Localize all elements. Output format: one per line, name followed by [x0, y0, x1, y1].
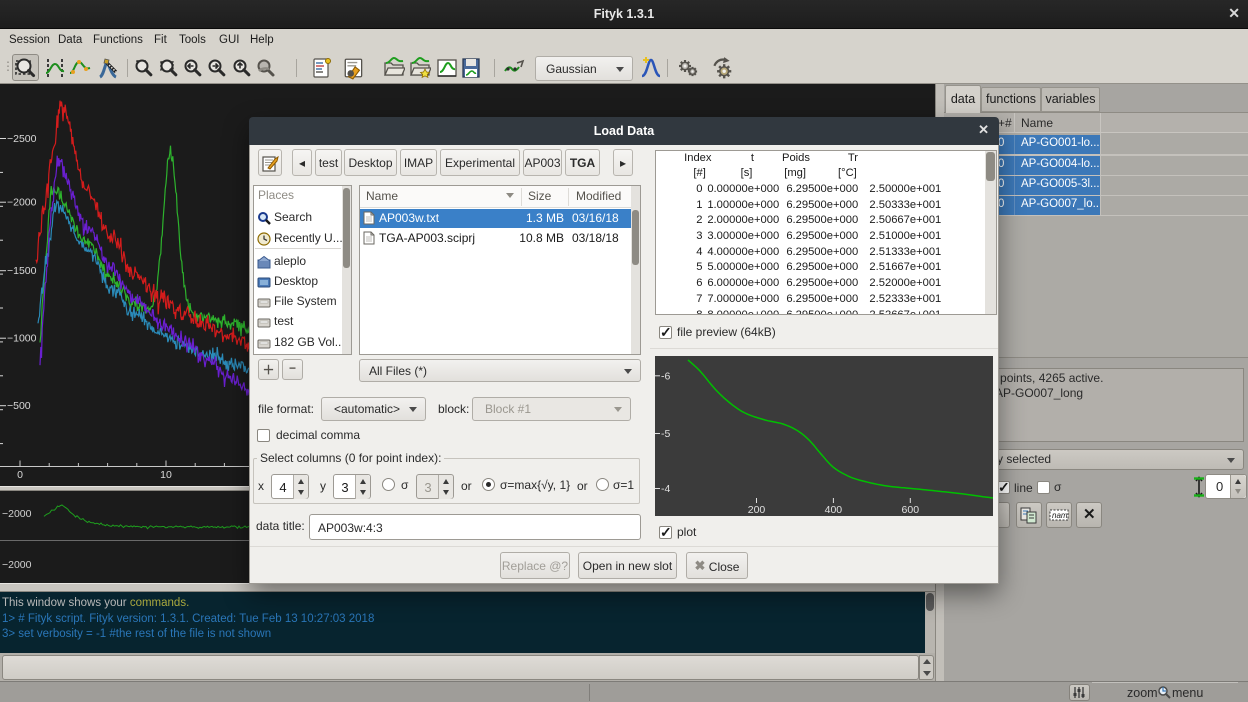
- svg-text:0: 0: [17, 469, 23, 481]
- svg-text:-6: -6: [661, 370, 670, 382]
- svg-text:-5: -5: [661, 428, 670, 440]
- svg-text:−2500: −2500: [7, 133, 37, 145]
- svg-text:−500: −500: [7, 400, 31, 412]
- svg-text:200: 200: [748, 504, 766, 516]
- svg-text:600: 600: [902, 504, 920, 516]
- svg-text:10: 10: [160, 469, 172, 481]
- svg-text:−2000: −2000: [7, 197, 37, 209]
- svg-text:400: 400: [825, 504, 843, 516]
- svg-text:−1500: −1500: [7, 265, 37, 277]
- svg-text:−2000: −2000: [2, 508, 32, 520]
- svg-text:-4: -4: [661, 483, 670, 495]
- svg-text:−1000: −1000: [7, 333, 37, 345]
- svg-text:nam: nam: [1052, 511, 1068, 520]
